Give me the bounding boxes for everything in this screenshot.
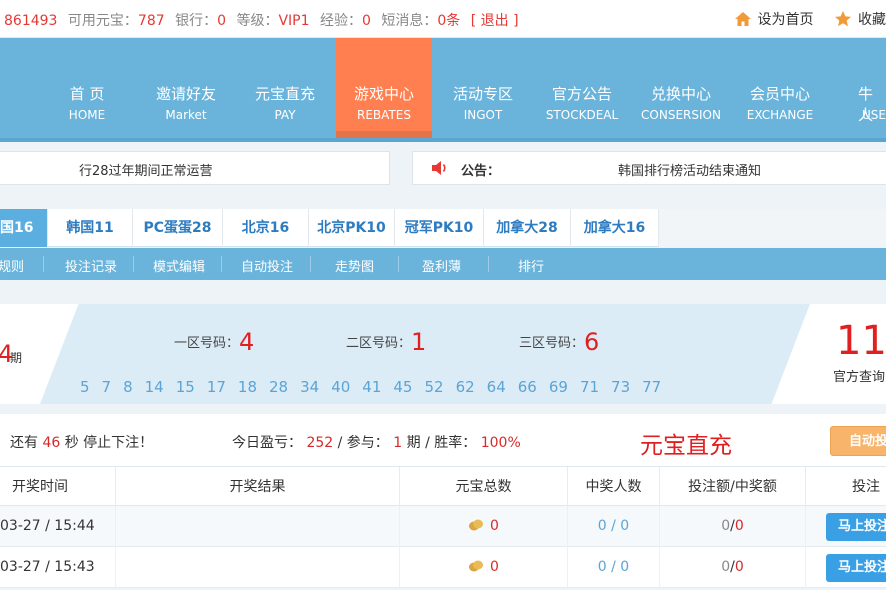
- notice-text[interactable]: 韩国排行榜活动结束通知: [618, 160, 761, 179]
- exp-value: 0: [361, 13, 371, 29]
- marquee-text: 行28过年期间正常运营: [79, 164, 213, 179]
- top-bar: 861493 可用元宝：787 银行：0 等级：VIP1 经验：0 短消息：0条…: [0, 0, 886, 38]
- exp-label: 经验：: [319, 13, 362, 29]
- tab-game-active[interactable]: 国16: [0, 209, 48, 247]
- nav-activity[interactable]: 活动专区 INGOT: [435, 38, 531, 138]
- subnav-bet-records[interactable]: 投注记录: [65, 256, 117, 275]
- today-stats: 今日盈亏： 252 / 参与： 1 期 / 胜率： 100%: [232, 435, 521, 451]
- nav-exchange[interactable]: 兑换中心 CONSERSION: [633, 38, 729, 138]
- drawn-numbers: 5 7 8 14 15 17 18 28 34 40 41 45 52 62 64 66 69 71 73 77: [80, 378, 662, 396]
- header-winners: 中奖人数: [568, 467, 660, 507]
- tab-beijing-pk10[interactable]: 北京PK10: [309, 209, 395, 247]
- zone1: 一区号码：4: [174, 328, 255, 356]
- zone2-value: 1: [411, 328, 427, 356]
- header-time: 开奖时间: [0, 467, 116, 507]
- table-row: 03-27 / 15:43 0 0 / 0 0/0 马上投注: [0, 547, 886, 588]
- result-panel: 4 期 一区号码：4 二区号码：1 三区号码：6 5 7 8 14 15 17 18 28 34…: [0, 304, 886, 404]
- row-bet-win: 0/0: [660, 547, 806, 588]
- coin-icon: [468, 549, 484, 590]
- nav-pay[interactable]: 元宝直充 PAY: [237, 38, 333, 138]
- today-profit: 252: [306, 435, 334, 451]
- info-bar: 还有 46 秒 停止下注！ 今日盈亏： 252 / 参与： 1 期 / 胜率： …: [0, 414, 886, 466]
- notice-label: 公告：: [461, 164, 501, 179]
- nav-announcement[interactable]: 官方公告 STOCKDEAL: [534, 38, 630, 138]
- level-label: 等级：: [236, 13, 279, 29]
- user-id: 861493: [4, 13, 58, 29]
- home-icon: [734, 10, 752, 32]
- header-result: 开奖结果: [116, 467, 400, 507]
- official-big-number: 11: [836, 318, 886, 364]
- nav-game-center[interactable]: 游戏中心 REBATES: [336, 38, 432, 138]
- nav-top-players[interactable]: 牛人 USE: [831, 38, 886, 138]
- table-row: 03-27 / 15:44 0 0 / 0 0/0 马上投注: [0, 506, 886, 547]
- marquee-left: 行28过年期间正常运营: [0, 151, 390, 185]
- tab-pc-28[interactable]: PC蛋蛋28: [133, 209, 223, 247]
- subnav-rules[interactable]: 规则: [0, 256, 24, 275]
- coin-icon: [468, 508, 484, 549]
- period-label: 期: [10, 351, 23, 365]
- msg-label: 短消息：: [381, 13, 438, 29]
- sub-nav: 规则 投注记录 模式编辑 自动投注 走势图 盈利薄 排行: [0, 248, 886, 280]
- header-bet: 投注: [852, 479, 880, 495]
- header-total: 元宝总数: [400, 467, 568, 507]
- bank-value: 0: [217, 13, 227, 29]
- favorite-link[interactable]: 收藏: [858, 12, 886, 28]
- nav-invite[interactable]: 邀请好友 Market: [138, 38, 234, 138]
- join-count: 1: [393, 435, 403, 451]
- game-tabs: 国16 韩国11 PC蛋蛋28 北京16 北京PK10 冠军PK10 加拿大28…: [0, 209, 886, 247]
- row-total: 0: [490, 518, 499, 534]
- bet-now-button[interactable]: 马上投注: [826, 513, 886, 541]
- level-value: VIP1: [278, 13, 310, 29]
- bank-label: 银行：: [175, 13, 218, 29]
- row-time: 03-27 / 15:44: [0, 506, 116, 547]
- logout-link[interactable]: [ 退出 ]: [471, 13, 519, 29]
- set-home-link[interactable]: 设为首页: [758, 12, 814, 28]
- tab-beijing-16[interactable]: 北京16: [223, 209, 309, 247]
- tab-korea-11[interactable]: 韩国11: [48, 209, 133, 247]
- balance-label: 可用元宝：: [67, 13, 138, 29]
- zone3: 三区号码：6: [519, 328, 600, 356]
- zone2: 二区号码：1: [346, 328, 427, 356]
- official-query-link[interactable]: 官方查询: [833, 366, 885, 385]
- row-time: 03-27 / 15:43: [0, 547, 116, 588]
- table-header: 开奖时间 开奖结果 元宝总数 中奖人数 投注额/中奖额 投注: [0, 466, 886, 507]
- promo-recharge-link[interactable]: 元宝直充: [640, 426, 732, 460]
- subnav-trend-chart[interactable]: 走势图: [335, 256, 374, 275]
- balance-value: 787: [137, 13, 165, 29]
- win-rate: 100%: [480, 435, 521, 451]
- tab-canada-16[interactable]: 加拿大16: [571, 209, 659, 247]
- zone1-value: 4: [239, 328, 255, 356]
- notice-bar: 公告： 韩国排行榜活动结束通知: [412, 151, 886, 185]
- nav-home[interactable]: 首 页 HOME: [39, 38, 135, 138]
- nav-underline: [0, 138, 886, 142]
- msg-value[interactable]: 0条: [437, 13, 460, 29]
- bet-now-button[interactable]: 马上投注: [826, 554, 886, 582]
- subnav-ranking[interactable]: 排行: [518, 256, 544, 275]
- star-icon: [834, 10, 852, 32]
- row-winners: 0 / 0: [568, 547, 660, 588]
- subnav-profit[interactable]: 盈利薄: [422, 256, 461, 275]
- auto-bet-button[interactable]: 自动投: [830, 426, 886, 456]
- header-bet-win: 投注额/中奖额: [660, 467, 806, 507]
- countdown-seconds: 46: [42, 435, 61, 451]
- tab-champion-pk10[interactable]: 冠军PK10: [395, 209, 484, 247]
- row-winners: 0 / 0: [568, 506, 660, 547]
- nav-member[interactable]: 会员中心 EXCHANGE: [732, 38, 828, 138]
- zone3-value: 6: [584, 328, 600, 356]
- tab-canada-28[interactable]: 加拿大28: [484, 209, 571, 247]
- main-nav: 首 页 HOME 邀请好友 Market 元宝直充 PAY 游戏中心 REBATES 活…: [0, 38, 886, 138]
- subnav-auto-bet[interactable]: 自动投注: [241, 256, 293, 275]
- row-bet-win: 0/0: [660, 506, 806, 547]
- speaker-icon: [431, 160, 449, 180]
- countdown: 还有 46 秒 停止下注！: [10, 435, 154, 451]
- subnav-mode-edit[interactable]: 模式编辑: [153, 256, 205, 275]
